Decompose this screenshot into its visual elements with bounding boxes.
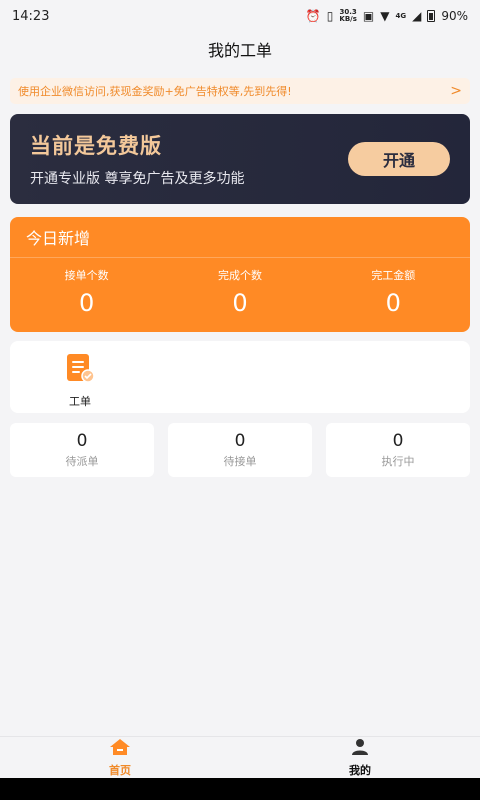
page-title: 我的工单 xyxy=(207,41,272,60)
tools-card: 工单 xyxy=(10,341,470,413)
count-label: 执行中 xyxy=(381,455,415,468)
stat-label: 接单个数 xyxy=(64,269,109,282)
upgrade-card: 当前是免费版 开通专业版 尊享免广告及更多功能 开通 xyxy=(10,114,470,204)
user-icon xyxy=(351,738,369,760)
upgrade-title: 当前是免费版 xyxy=(30,134,162,158)
open-pro-button[interactable]: 开通 xyxy=(348,142,450,176)
stat-orders-received: 接单个数 0 xyxy=(10,258,163,332)
upgrade-subtitle: 开通专业版 尊享免广告及更多功能 xyxy=(30,171,245,187)
count-value: 0 xyxy=(76,431,88,451)
status-time: 14:23 xyxy=(12,8,50,24)
stat-value: 0 xyxy=(232,289,248,317)
signal-icon: 4G xyxy=(395,11,407,20)
page-header: 我的工单 xyxy=(0,32,480,66)
tool-work-order[interactable]: 工单 xyxy=(50,353,110,409)
stat-value: 0 xyxy=(385,289,401,317)
tool-label: 工单 xyxy=(69,395,91,408)
stat-value: 0 xyxy=(79,289,95,317)
stat-completion-amount: 完工金额 0 xyxy=(317,258,470,332)
count-value: 0 xyxy=(234,431,246,451)
tab-mine[interactable]: 我的 xyxy=(240,737,480,778)
cell-signal-icon: ◢ xyxy=(412,9,422,23)
work-order-icon xyxy=(65,353,95,387)
net-speed: 30.3 KB/s xyxy=(339,8,357,23)
stat-label: 完成个数 xyxy=(217,269,262,282)
nfc-icon: ▣ xyxy=(362,9,375,23)
bottom-tab-bar: 首页 我的 xyxy=(0,736,480,778)
battery-level: 90% xyxy=(441,9,468,23)
status-icons: ⏰ ▯ 30.3 KB/s ▣ ▼ 4G ◢ 90% xyxy=(305,8,468,24)
tab-label: 首页 xyxy=(109,763,131,777)
promo-notice-banner[interactable]: 使用企业微信访问,获现金奖励+免广告特权等,先到先得! > xyxy=(10,78,470,104)
promo-notice-text: 使用企业微信访问,获现金奖励+免广告特权等,先到先得! xyxy=(18,85,292,98)
chevron-right-icon: > xyxy=(450,83,462,99)
system-nav-bar xyxy=(0,778,480,800)
stat-label: 完工金额 xyxy=(371,269,416,282)
count-pending-accept[interactable]: 0 待接单 xyxy=(168,423,312,477)
count-pending-dispatch[interactable]: 0 待派单 xyxy=(10,423,154,477)
count-label: 待派单 xyxy=(65,455,99,468)
home-icon xyxy=(109,738,131,760)
alarm-icon: ⏰ xyxy=(305,9,321,23)
tab-label: 我的 xyxy=(349,763,371,777)
count-label: 待接单 xyxy=(223,455,257,468)
vibrate-icon: ▯ xyxy=(326,9,334,23)
count-in-progress[interactable]: 0 执行中 xyxy=(326,423,470,477)
status-bar: 14:23 ⏰ ▯ 30.3 KB/s ▣ ▼ 4G ◢ 90% xyxy=(0,0,480,32)
today-title: 今日新增 xyxy=(10,217,470,258)
tab-home[interactable]: 首页 xyxy=(0,737,240,778)
today-stats: 接单个数 0 完成个数 0 完工金额 0 xyxy=(10,258,470,332)
battery-icon xyxy=(427,10,436,22)
order-status-counts: 0 待派单 0 待接单 0 执行中 xyxy=(10,423,470,477)
count-value: 0 xyxy=(392,431,404,451)
today-stats-card: 今日新增 接单个数 0 完成个数 0 完工金额 0 xyxy=(10,217,470,332)
wifi-icon: ▼ xyxy=(380,9,390,23)
upgrade-text: 当前是免费版 开通专业版 尊享免广告及更多功能 xyxy=(30,130,244,188)
stat-orders-completed: 完成个数 0 xyxy=(163,258,316,332)
